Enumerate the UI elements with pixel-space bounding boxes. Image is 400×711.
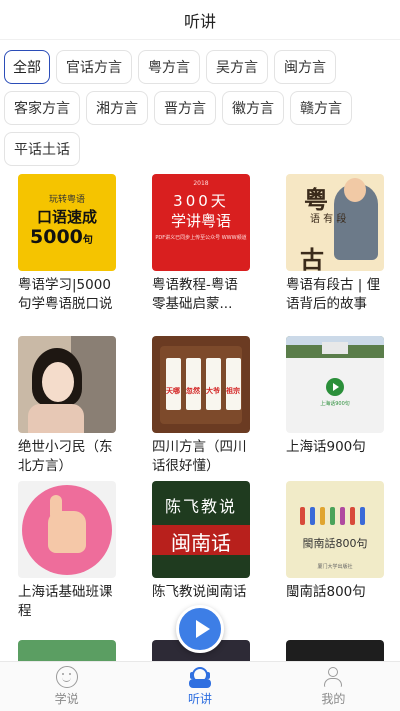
cover-tag: 天哪 [166, 387, 180, 395]
tab-learn-speak[interactable]: 学说 [0, 662, 133, 711]
cover-headline: 300天 [173, 192, 229, 210]
cover-char-middle: 语 有 段 [310, 214, 347, 225]
cover-face [42, 362, 74, 402]
cover-card-piece [186, 358, 201, 410]
filter-chip-jin[interactable]: 晋方言 [154, 91, 216, 125]
cover-subheadline: 闽南话 [171, 531, 231, 555]
cover-card-piece [166, 358, 181, 410]
cover-unit: 句 [82, 235, 93, 246]
listener-icon [188, 666, 211, 688]
dialect-filter: 全部 官话方言 粤方言 吴方言 闽方言 客家方言 湘方言 晋方言 徽方言 赣方言… [4, 50, 400, 173]
course-row: 玩转粤语 口语速成 5000句 粤语学习|5000句学粤语脱口说 2018 30… [18, 174, 384, 336]
cover-char-bottom: 古 [300, 246, 324, 271]
tab-listen[interactable]: 听讲 [133, 662, 266, 711]
course-card[interactable]: 绝世小刁民（东北方言） [18, 336, 116, 481]
cover-person [350, 507, 355, 525]
cover-person [330, 507, 335, 525]
top-bar: 听讲 [0, 0, 400, 40]
cover-hand [48, 511, 86, 553]
filter-chip-xiang[interactable]: 湘方言 [86, 91, 148, 125]
filter-chip-hakka[interactable]: 客家方言 [4, 91, 80, 125]
course-title: 粤语学习|5000句学粤语脱口说 [18, 277, 113, 312]
course-cover [18, 336, 116, 433]
cover-person [340, 507, 345, 525]
course-card[interactable]: 上海话900句 上海话900句 [286, 336, 384, 481]
filter-chip-mandarin[interactable]: 官话方言 [56, 50, 132, 84]
cover-tag: 忽然 [186, 387, 200, 395]
course-row: 绝世小刁民（东北方言） 天哪 忽然 大爷 祖宗 四川方言（四川话很好懂） 上海话… [18, 336, 384, 481]
course-cover: 上海话900句 [286, 336, 384, 433]
course-cover: 粤 语 有 段 古 [286, 174, 384, 271]
course-title: 上海话基础班课程 [18, 584, 113, 619]
course-card[interactable]: 玩转粤语 口语速成 5000句 粤语学习|5000句学粤语脱口说 [18, 174, 116, 336]
course-cover: 玩转粤语 口语速成 5000句 [18, 174, 116, 271]
filter-row: 全部 官话方言 粤方言 吴方言 闽方言 [4, 50, 400, 84]
course-cover: 陈飞教说 闽南话 [152, 481, 250, 578]
cover-tag: 祖宗 [226, 387, 240, 395]
cover-person [320, 507, 325, 525]
filter-row: 客家方言 湘方言 晋方言 徽方言 赣方言 [4, 91, 400, 125]
cover-person [360, 507, 365, 525]
cover-person [300, 507, 305, 525]
course-cover: 閩南話800句 厦门大学出版社 [286, 481, 384, 578]
cover-people [296, 495, 374, 525]
filter-chip-wu[interactable]: 吴方言 [206, 50, 268, 84]
course-card[interactable]: 粤 语 有 段 古 粤语有段古 | 俚语背后的故事 [286, 174, 384, 336]
cover-headline: 閩南話800句 [302, 537, 368, 550]
cover-number: 5000句 [30, 226, 93, 248]
cover-brand: 玩转粤语 [48, 195, 85, 205]
filter-chip-gan[interactable]: 赣方言 [290, 91, 352, 125]
course-title: 粤语教程-粤语零基础启蒙... [152, 277, 238, 312]
page-title: 听讲 [183, 11, 216, 31]
play-button[interactable] [176, 605, 224, 653]
filter-chip-min[interactable]: 闽方言 [274, 50, 336, 84]
cover-person [310, 507, 315, 525]
icon-body [324, 678, 343, 687]
filter-chip-hui[interactable]: 徽方言 [222, 91, 284, 125]
course-grid: 玩转粤语 口语速成 5000句 粤语学习|5000句学粤语脱口说 2018 30… [18, 174, 384, 641]
cover-card-piece [226, 358, 241, 410]
course-title: 四川方言（四川话很好懂） [152, 439, 247, 474]
cover-card-piece [206, 358, 221, 410]
cover-building [322, 342, 348, 354]
tab-label: 听讲 [187, 692, 212, 706]
cover-publisher: 厦门大学出版社 [317, 564, 353, 570]
play-icon [326, 378, 344, 396]
cover-count: 5000 [30, 226, 83, 248]
icon-body [188, 679, 211, 688]
course-card[interactable]: 天哪 忽然 大爷 祖宗 四川方言（四川话很好懂） [152, 336, 250, 481]
course-card[interactable]: 上海话基础班课程 [18, 481, 116, 641]
tab-label: 我的 [321, 692, 346, 706]
filter-chip-all[interactable]: 全部 [4, 50, 50, 84]
course-title: 粤语有段古 | 俚语背后的故事 [286, 277, 381, 312]
icon-earcup-left [189, 672, 194, 679]
cover-headline: 陈飞教说 [164, 497, 237, 516]
bottom-tab-bar: 学说 听讲 我的 [0, 661, 400, 711]
course-cover: 天哪 忽然 大爷 祖宗 [152, 336, 250, 433]
cover-note: PDF讲义已同步上传至公众号 WWW频道 [155, 235, 247, 241]
tab-me[interactable]: 我的 [267, 662, 400, 711]
filter-chip-pinghua[interactable]: 平话土话 [4, 132, 80, 166]
smile-face-icon [55, 666, 78, 688]
filter-chip-cantonese[interactable]: 粤方言 [138, 50, 200, 84]
cover-caption: 上海话900句 [320, 401, 350, 407]
course-card[interactable]: 閩南話800句 厦门大学出版社 閩南話800句 [286, 481, 384, 641]
course-card[interactable]: 2018 300天 学讲粤语 PDF讲义已同步上传至公众号 WWW频道 粤语教程… [152, 174, 250, 336]
course-cover: 2018 300天 学讲粤语 PDF讲义已同步上传至公众号 WWW频道 [152, 174, 250, 271]
cover-robe [28, 404, 84, 433]
course-title: 上海话900句 [286, 439, 366, 455]
user-icon [322, 666, 344, 688]
course-cover [18, 481, 116, 578]
cover-headline: 口语速成 [36, 208, 97, 226]
cover-brand: 2018 [193, 180, 209, 187]
course-title: 閩南話800句 [286, 584, 366, 600]
cover-tag: 大爷 [206, 387, 220, 395]
tab-label: 学说 [54, 692, 79, 706]
course-title: 绝世小刁民（东北方言） [18, 439, 113, 474]
cover-figure-head [344, 178, 366, 202]
filter-row: 平话土话 [4, 132, 400, 166]
cover-subheadline: 学讲粤语 [170, 212, 231, 230]
icon-earcup-right [205, 672, 210, 679]
icon-head [328, 667, 339, 677]
